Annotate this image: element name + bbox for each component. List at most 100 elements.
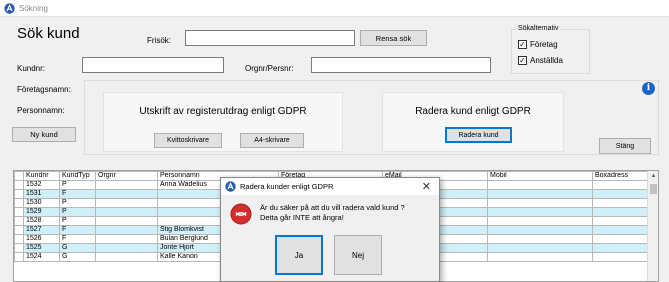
cell-orgnr <box>95 252 158 262</box>
cell-boxadress <box>592 180 648 190</box>
cell-orgnr <box>95 207 158 217</box>
grid-vertical-scrollbar[interactable]: ▲ <box>647 171 658 281</box>
cell-boxadress <box>592 198 648 208</box>
cell-orgnr <box>95 180 158 190</box>
page-title: Sök kund <box>17 25 80 42</box>
search-options-group: Sökalternativ <box>511 25 590 74</box>
cell-kundtyp: F <box>59 189 96 199</box>
window-title: Sökning <box>19 4 48 13</box>
kundnr-label: Kundnr: <box>17 64 46 73</box>
cell-mobil <box>487 216 593 226</box>
foretagsnamn-label: Företagsnamn: <box>17 85 71 94</box>
row-selector[interactable] <box>14 225 24 235</box>
dialog-title: Radera kunder enligt GDPR <box>240 182 334 191</box>
cell-kundnr: 1529 <box>23 207 60 217</box>
no-button[interactable]: Nej <box>334 235 382 275</box>
anstallda-checkbox-label: Anställda <box>530 56 563 65</box>
column-header[interactable]: Orgnr <box>95 171 158 181</box>
cell-orgnr <box>95 243 158 253</box>
orgnr-label: Orgnr/Persnr: <box>245 64 294 73</box>
cell-mobil <box>487 207 593 217</box>
row-selector[interactable] <box>14 207 24 217</box>
app-logo-icon <box>4 3 15 14</box>
checkbox-checked-icon: ✓ <box>518 56 527 65</box>
cell-kundtyp: G <box>59 243 96 253</box>
column-header[interactable]: KundTyp <box>59 171 96 181</box>
cell-kundtyp: F <box>59 234 96 244</box>
dialog-message-line1: Är du säker på att du vill radera vald k… <box>260 203 405 212</box>
dialog-message-line2: Detta går INTE att ångra! <box>260 213 344 222</box>
dialog-body: Är du säker på att du vill radera vald k… <box>221 195 439 281</box>
cell-boxadress <box>592 234 648 244</box>
cell-boxadress <box>592 243 648 253</box>
cell-mobil <box>487 243 593 253</box>
dialog-titlebar: Radera kunder enligt GDPR ✕ <box>221 178 439 195</box>
cell-mobil <box>487 252 593 262</box>
cell-boxadress <box>592 252 648 262</box>
cell-kundtyp: P <box>59 198 96 208</box>
search-options-legend: Sökalternativ <box>516 25 561 32</box>
foretag-checkbox[interactable]: ✓ Företag <box>518 40 558 49</box>
anstallda-checkbox[interactable]: ✓ Anställda <box>518 56 563 65</box>
fritext-input[interactable] <box>185 30 355 46</box>
orgnr-input[interactable] <box>311 57 491 73</box>
row-selector-header <box>14 171 24 181</box>
cell-mobil <box>487 234 593 244</box>
row-selector[interactable] <box>14 180 24 190</box>
cell-kundtyp: G <box>59 252 96 262</box>
cell-kundnr: 1527 <box>23 225 60 235</box>
scroll-up-icon[interactable]: ▲ <box>648 171 658 181</box>
column-header[interactable]: Mobil <box>487 171 593 181</box>
kundnr-input[interactable] <box>82 57 224 73</box>
row-selector[interactable] <box>14 216 24 226</box>
row-selector[interactable] <box>14 189 24 199</box>
close-button[interactable]: Stäng <box>599 138 651 154</box>
close-icon[interactable]: ✕ <box>422 180 431 193</box>
cell-orgnr <box>95 216 158 226</box>
clear-search-button[interactable]: Rensa sök <box>360 30 427 46</box>
stop-error-icon <box>230 203 252 225</box>
column-header[interactable]: Kundnr <box>23 171 60 181</box>
cell-mobil <box>487 189 593 199</box>
info-icon[interactable]: i <box>642 82 655 95</box>
cell-orgnr <box>95 198 158 208</box>
gdpr-print-title: Utskrift av registerutdrag enligt GDPR <box>139 106 307 117</box>
gdpr-delete-title: Radera kund enligt GDPR <box>415 106 531 117</box>
cell-orgnr <box>95 225 158 235</box>
yes-button[interactable]: Ja <box>275 235 323 275</box>
gdpr-print-panel: Utskrift av registerutdrag enligt GDPR <box>103 92 343 152</box>
cell-kundnr: 1532 <box>23 180 60 190</box>
new-customer-button[interactable]: Ny kund <box>12 127 76 142</box>
cell-kundtyp: P <box>59 207 96 217</box>
cell-boxadress <box>592 207 648 217</box>
column-header[interactable]: Boxadress <box>592 171 648 181</box>
row-selector[interactable] <box>14 243 24 253</box>
row-selector[interactable] <box>14 198 24 208</box>
scroll-thumb[interactable] <box>650 184 657 194</box>
personnamn-label: Personnamn: <box>17 106 65 115</box>
cell-orgnr <box>95 189 158 199</box>
cell-mobil <box>487 198 593 208</box>
delete-customer-button[interactable]: Radera kund <box>445 127 512 143</box>
cell-kundtyp: F <box>59 225 96 235</box>
row-selector[interactable] <box>14 234 24 244</box>
foretag-checkbox-label: Företag <box>530 40 558 49</box>
cell-mobil <box>487 180 593 190</box>
delete-confirm-dialog: Radera kunder enligt GDPR ✕ Är du säker … <box>220 177 440 282</box>
fritext-label: Frisök: <box>147 36 171 45</box>
cell-kundtyp: P <box>59 180 96 190</box>
window-titlebar: Sökning <box>0 0 669 17</box>
app-logo-icon <box>225 181 236 192</box>
receipt-printer-button[interactable]: Kvittoskrivare <box>154 133 222 148</box>
cell-kundtyp: P <box>59 216 96 226</box>
a4-printer-button[interactable]: A4-skrivare <box>240 133 304 148</box>
cell-boxadress <box>592 216 648 226</box>
row-selector[interactable] <box>14 252 24 262</box>
checkbox-checked-icon: ✓ <box>518 40 527 49</box>
cell-mobil <box>487 225 593 235</box>
cell-kundnr: 1530 <box>23 198 60 208</box>
cell-boxadress <box>592 189 648 199</box>
cell-kundnr: 1531 <box>23 189 60 199</box>
cell-orgnr <box>95 234 158 244</box>
cell-kundnr: 1524 <box>23 252 60 262</box>
